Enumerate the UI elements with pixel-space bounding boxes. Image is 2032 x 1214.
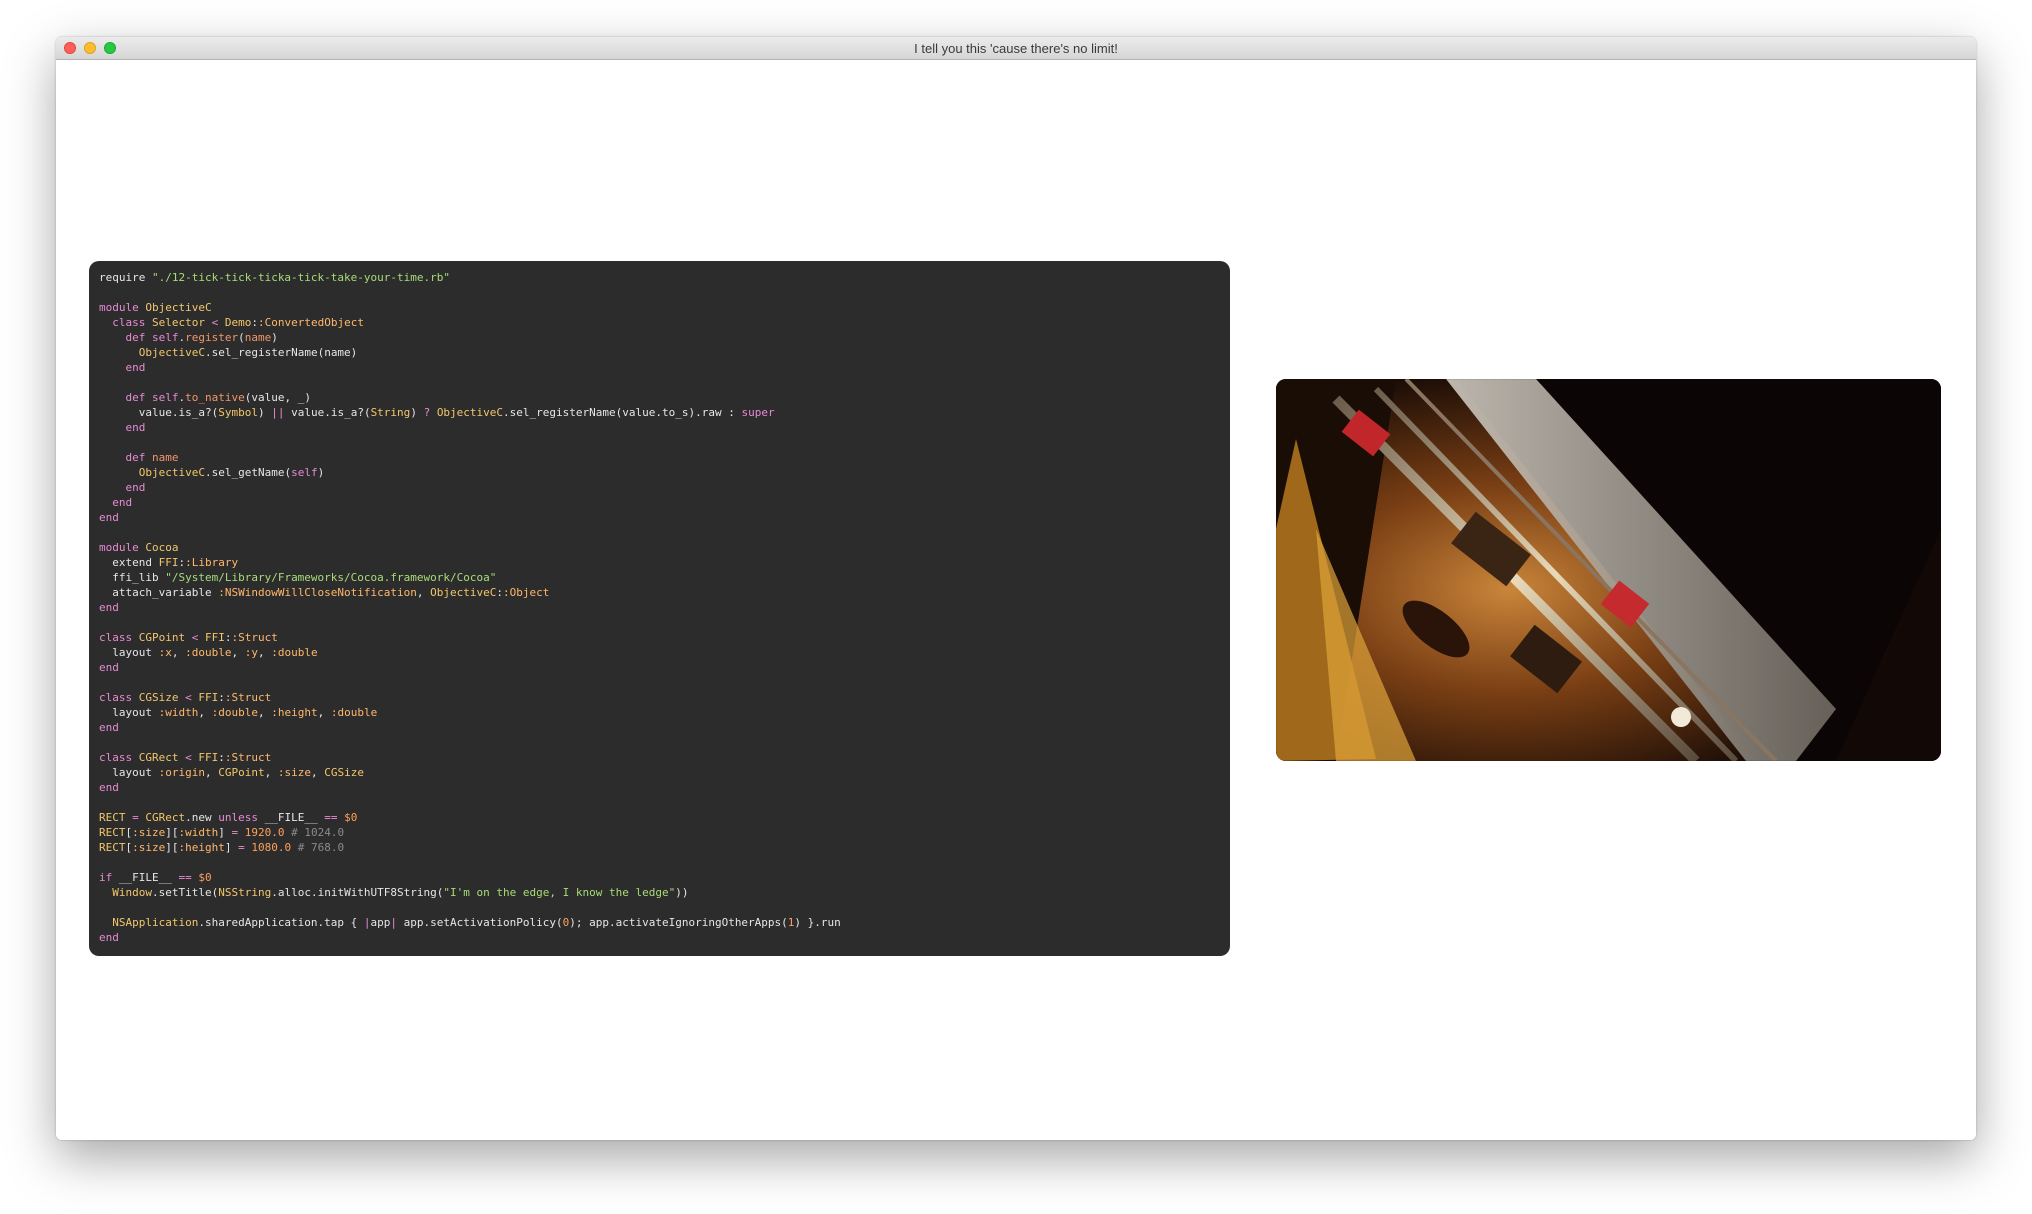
- code-line: class CGRect < FFI::Struct: [99, 751, 272, 764]
- code-line: layout :width, :double, :height, :double: [99, 706, 378, 719]
- code-panel: require "./12-tick-tick-ticka-tick-take-…: [89, 261, 1230, 956]
- code-listing: require "./12-tick-tick-ticka-tick-take-…: [99, 270, 1220, 945]
- code-line: layout :x, :double, :y, :double: [99, 646, 318, 659]
- code-line: end: [99, 781, 119, 794]
- code-line: layout :origin, CGPoint, :size, CGSize: [99, 766, 364, 779]
- code-line: ffi_lib "/System/Library/Frameworks/Coco…: [99, 571, 497, 584]
- code-line: end: [112, 496, 133, 509]
- code-line: end: [99, 721, 119, 734]
- code-line: RECT = CGRect.new unless __FILE__ == $0: [99, 811, 358, 824]
- code-line: value.is_a?(Symbol) || value.is_a?(Strin…: [99, 406, 775, 419]
- window-title: I tell you this 'cause there's no limit!: [914, 41, 1118, 56]
- code-line: class Selector < Demo::ConvertedObject: [112, 316, 364, 329]
- code-line: require "./12-tick-tick-ticka-tick-take-…: [99, 271, 450, 284]
- code-line: RECT[:size][:width] = 1920.0 # 1024.0: [99, 826, 345, 839]
- code-line: ObjectiveC.sel_registerName(name): [138, 346, 358, 359]
- code-line: end: [125, 421, 146, 434]
- code-line: NSApplication.sharedApplication.tap { |a…: [112, 916, 841, 929]
- video-player[interactable]: [1276, 379, 1941, 761]
- code-line: def name: [125, 451, 179, 464]
- code-line: end: [125, 481, 146, 494]
- code-line: def self.to_native(value, _): [125, 391, 311, 404]
- video-frame-image: [1276, 379, 1941, 761]
- code-line: end: [99, 511, 119, 524]
- code-line: extend FFI::Library: [99, 556, 239, 569]
- code-line: module ObjectiveC: [99, 301, 212, 314]
- code-line: def self.register(name): [125, 331, 278, 344]
- code-line: Window.setTitle(NSString.alloc.initWithU…: [112, 886, 689, 899]
- code-line: class CGPoint < FFI::Struct: [99, 631, 278, 644]
- code-line: end: [125, 361, 146, 374]
- code-line: if __FILE__ == $0: [99, 871, 212, 884]
- code-line: end: [99, 661, 119, 674]
- code-line: attach_variable :NSWindowWillCloseNotifi…: [99, 586, 550, 599]
- code-line: module Cocoa: [99, 541, 179, 554]
- title-bar[interactable]: I tell you this 'cause there's no limit!: [56, 37, 1976, 60]
- app-window: I tell you this 'cause there's no limit!…: [56, 37, 1976, 1140]
- window-content: require "./12-tick-tick-ticka-tick-take-…: [56, 60, 1976, 1140]
- code-line: ObjectiveC.sel_getName(self): [138, 466, 325, 479]
- code-line: RECT[:size][:height] = 1080.0 # 768.0: [99, 841, 345, 854]
- code-line: end: [99, 931, 119, 944]
- code-line: class CGSize < FFI::Struct: [99, 691, 272, 704]
- code-line: end: [99, 601, 119, 614]
